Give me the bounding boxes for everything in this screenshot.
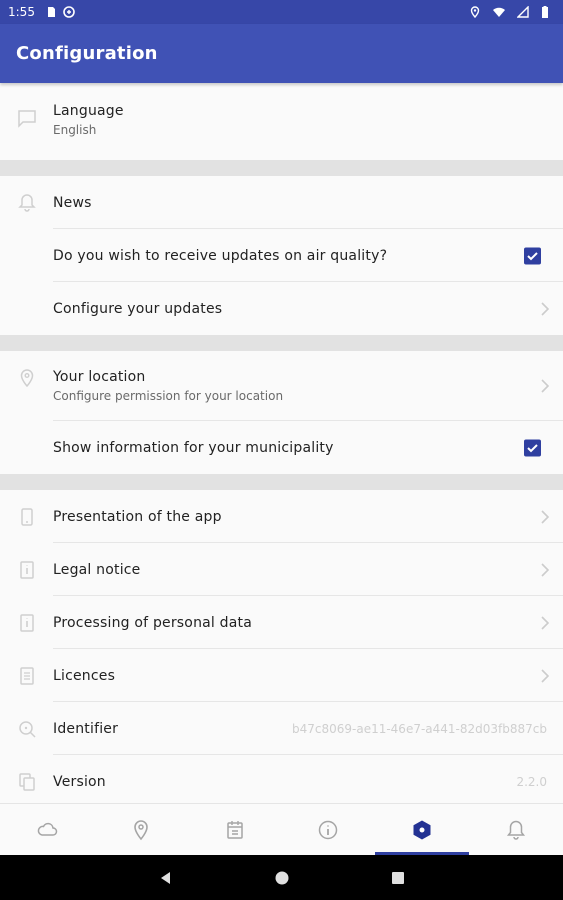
identifier-value: b47c8069-ae11-46e7-a441-82d03fb887cb bbox=[291, 721, 547, 736]
municipality-text: Show information for your municipality bbox=[53, 440, 563, 456]
chevron-right-icon bbox=[539, 668, 551, 684]
version-row: Version 2.2.0 bbox=[0, 755, 563, 803]
system-navigation-bar bbox=[0, 855, 563, 900]
bottom-navigation bbox=[0, 803, 563, 855]
tab-map[interactable] bbox=[94, 804, 188, 855]
configure-updates-label: Configure your updates bbox=[53, 300, 223, 317]
info-document-icon bbox=[17, 613, 37, 633]
bell-icon bbox=[505, 819, 527, 841]
municipality-checkbox[interactable] bbox=[524, 439, 541, 456]
presentation-label: Presentation of the app bbox=[53, 508, 222, 525]
bell-outline-icon bbox=[17, 193, 37, 213]
info-document-icon bbox=[17, 560, 37, 580]
air-quality-checkbox[interactable] bbox=[524, 247, 541, 264]
chevron-right-icon bbox=[539, 378, 551, 394]
language-text: Language English bbox=[53, 83, 563, 160]
licences-row[interactable]: Licences bbox=[0, 649, 563, 702]
magnifier-icon bbox=[17, 719, 37, 739]
municipality-label: Show information for your municipality bbox=[53, 439, 334, 456]
chat-bubble-icon bbox=[17, 109, 37, 129]
about-section: Presentation of the app Legal notice Pro… bbox=[0, 490, 563, 803]
news-section: News Do you wish to receive updates on a… bbox=[0, 176, 563, 335]
location-pin-icon bbox=[130, 819, 152, 841]
chevron-right-icon bbox=[539, 509, 551, 525]
status-time: 1:55 bbox=[8, 5, 35, 19]
licences-text: Licences bbox=[53, 668, 563, 684]
cell-signal-icon bbox=[516, 5, 529, 18]
presentation-row[interactable]: Presentation of the app bbox=[0, 490, 563, 543]
tab-weather[interactable] bbox=[0, 804, 94, 855]
data-saver-icon bbox=[63, 6, 75, 18]
personal-data-text: Processing of personal data bbox=[53, 615, 563, 631]
location-section: Your location Configure permission for y… bbox=[0, 351, 563, 474]
personal-data-label: Processing of personal data bbox=[53, 614, 252, 631]
language-label: Language bbox=[53, 103, 124, 119]
version-label: Version bbox=[53, 773, 106, 790]
language-row[interactable]: Language English bbox=[0, 83, 563, 160]
your-location-sub: Configure permission for your location bbox=[53, 389, 284, 403]
legal-notice-label: Legal notice bbox=[53, 561, 141, 578]
status-icons-right bbox=[469, 5, 555, 19]
news-header-row: News bbox=[0, 176, 563, 229]
settings-hexagon-icon bbox=[411, 819, 433, 841]
air-quality-text: Do you wish to receive updates on air qu… bbox=[53, 248, 563, 264]
wifi-icon bbox=[493, 6, 505, 18]
air-quality-updates-row[interactable]: Do you wish to receive updates on air qu… bbox=[0, 229, 563, 282]
language-section: Language English bbox=[0, 83, 563, 160]
legal-notice-text: Legal notice bbox=[53, 562, 563, 578]
tab-notifications[interactable] bbox=[469, 804, 563, 855]
calendar-icon bbox=[224, 819, 246, 841]
language-value: English bbox=[53, 123, 97, 137]
recents-icon[interactable] bbox=[390, 870, 406, 886]
municipality-info-row[interactable]: Show information for your municipality bbox=[0, 421, 563, 474]
back-icon[interactable] bbox=[158, 870, 174, 886]
info-icon bbox=[317, 819, 339, 841]
version-text: Version bbox=[53, 774, 563, 790]
news-text: News bbox=[53, 195, 563, 211]
sd-card-icon bbox=[45, 6, 57, 18]
tab-info[interactable] bbox=[281, 804, 375, 855]
app-bar: Configuration bbox=[0, 24, 563, 83]
your-location-label: Your location bbox=[53, 369, 146, 385]
location-status-icon bbox=[469, 6, 481, 19]
cloud-icon bbox=[36, 819, 58, 841]
chevron-right-icon bbox=[539, 562, 551, 578]
news-label: News bbox=[53, 194, 92, 211]
licences-label: Licences bbox=[53, 667, 116, 684]
tab-calendar[interactable] bbox=[188, 804, 282, 855]
list-document-icon bbox=[17, 666, 37, 686]
chevron-right-icon bbox=[539, 615, 551, 631]
status-bar: 1:55 bbox=[0, 0, 563, 24]
identifier-row: Identifier b47c8069-ae11-46e7-a441-82d03… bbox=[0, 702, 563, 755]
section-gap bbox=[0, 160, 563, 176]
presentation-text: Presentation of the app bbox=[53, 509, 563, 525]
section-gap bbox=[0, 335, 563, 351]
configure-updates-text: Configure your updates bbox=[53, 301, 563, 317]
battery-icon bbox=[541, 6, 549, 18]
your-location-text: Your location Configure permission for y… bbox=[53, 369, 563, 403]
configure-updates-row[interactable]: Configure your updates bbox=[0, 282, 563, 335]
page-title: Configuration bbox=[16, 43, 158, 64]
phone-icon bbox=[17, 507, 37, 527]
home-icon[interactable] bbox=[274, 870, 290, 886]
location-pin-outline-icon bbox=[17, 368, 37, 388]
legal-notice-row[interactable]: Legal notice bbox=[0, 543, 563, 596]
version-value: 2.2.0 bbox=[516, 774, 547, 789]
air-quality-label: Do you wish to receive updates on air qu… bbox=[53, 247, 388, 264]
chevron-right-icon bbox=[539, 301, 551, 317]
settings-list[interactable]: Language English News Do you wish to rec… bbox=[0, 83, 563, 803]
your-location-row[interactable]: Your location Configure permission for y… bbox=[0, 351, 563, 421]
copy-icon bbox=[17, 772, 37, 792]
personal-data-row[interactable]: Processing of personal data bbox=[0, 596, 563, 649]
section-gap bbox=[0, 474, 563, 490]
tab-settings[interactable] bbox=[375, 804, 469, 855]
